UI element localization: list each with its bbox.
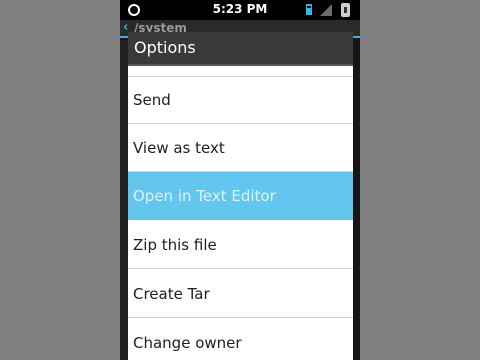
menu-item-change-owner[interactable]: Change owner [128, 319, 353, 360]
signal-icon [320, 4, 332, 16]
menu-item-open-in-text-editor[interactable]: Open in Text Editor [128, 172, 353, 220]
menu-item-create-tar[interactable]: Create Tar [128, 270, 353, 318]
status-bar: 5:23 PM [120, 0, 360, 20]
background-list-edge [120, 40, 128, 360]
menu-item-view-as-text[interactable]: View as text [128, 124, 353, 172]
menu-item-zip-this-file[interactable]: Zip this file [128, 221, 353, 269]
options-dialog: Options Send View as text Open in Text E… [128, 32, 353, 360]
dialog-title-divider [128, 64, 353, 66]
menu-item-send[interactable]: Send [128, 76, 353, 124]
dialog-title: Options [128, 32, 353, 64]
usb-debug-icon [306, 4, 312, 15]
battery-icon [341, 3, 350, 17]
phone-screen: 5:23 PM ‹ /system Options Send View as t… [120, 0, 360, 360]
